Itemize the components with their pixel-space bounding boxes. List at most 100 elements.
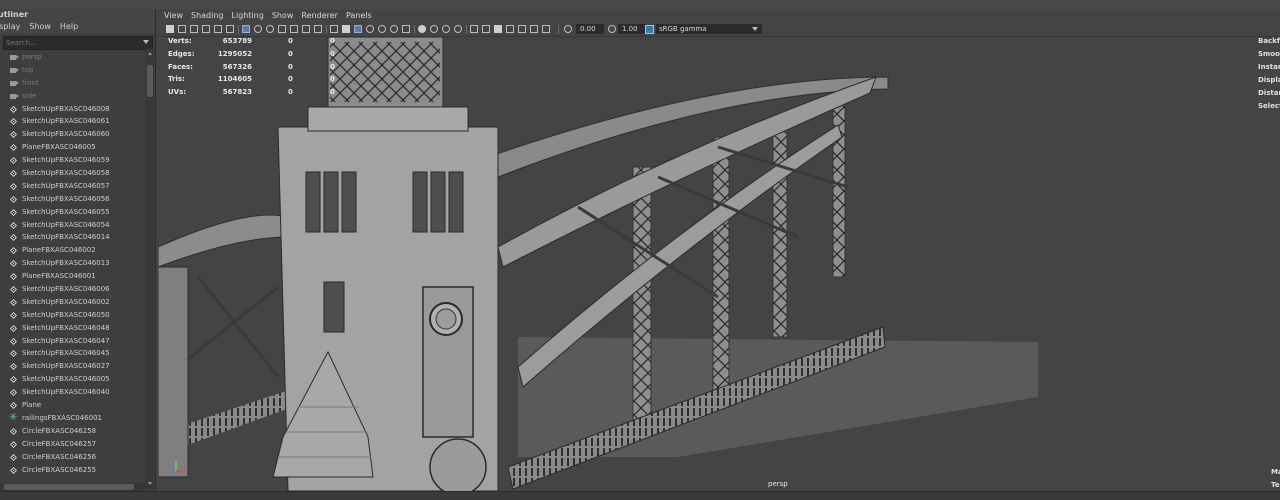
outliner-item[interactable]: side	[0, 90, 146, 103]
outliner-item[interactable]: SketchUpFBXASC046008	[0, 103, 146, 116]
outliner-item[interactable]: CircleFBXASC046255	[0, 464, 146, 477]
camera-attributes-icon[interactable]	[178, 25, 186, 33]
gamma-field[interactable]: 1.00	[618, 24, 646, 34]
grid-icon[interactable]	[242, 25, 250, 33]
xray-active-icon[interactable]	[482, 25, 490, 33]
outliner-item[interactable]: SketchUpFBXASC046057	[0, 180, 146, 193]
outliner-item[interactable]: SketchUpFBXASC046055	[0, 206, 146, 219]
outliner-item[interactable]: CircleFBXASC046258	[0, 425, 146, 438]
smooth-shade-icon[interactable]	[342, 25, 350, 33]
hud-stat-selected: 0	[288, 49, 293, 58]
menu-shading[interactable]: Shading	[191, 10, 224, 22]
outliner-item[interactable]: SketchUpFBXASC046061	[0, 115, 146, 128]
field-chart-icon[interactable]	[290, 25, 298, 33]
menu-panels[interactable]: Panels	[346, 10, 372, 22]
scroll-down-icon[interactable]	[148, 482, 152, 485]
gamma-icon[interactable]	[608, 25, 616, 33]
outliner-item[interactable]: SketchUpFBXASC046047	[0, 335, 146, 348]
textured-icon[interactable]	[366, 25, 374, 33]
motion-blur-icon[interactable]	[430, 25, 438, 33]
outliner-item-label: SketchUpFBXASC046055	[22, 207, 110, 216]
outliner-item[interactable]: SketchUpFBXASC046060	[0, 128, 146, 141]
outliner-item[interactable]: ✳ railingsFBXASC046001	[0, 412, 146, 425]
outliner-item[interactable]: SketchUpFBXASC046027	[0, 360, 146, 373]
outliner-item[interactable]: SketchUpFBXASC046002	[0, 296, 146, 309]
smooth-wireframe-icon[interactable]	[530, 25, 538, 33]
isolate-select-icon[interactable]	[402, 25, 410, 33]
mesh-icon	[10, 260, 17, 267]
safe-action-icon[interactable]	[302, 25, 310, 33]
select-camera-icon[interactable]	[166, 25, 174, 33]
scrollbar-thumb[interactable]	[147, 65, 153, 97]
outliner-item[interactable]: SketchUpFBXASC046058	[0, 167, 146, 180]
hud-stat-row: Faces: 567326 0 0	[168, 63, 418, 75]
outliner-item[interactable]: SketchUpFBXASC046014	[0, 231, 146, 244]
outliner-item[interactable]: SketchUpFBXASC046056	[0, 193, 146, 206]
use-default-material-icon[interactable]	[518, 25, 526, 33]
grease-pencil-icon[interactable]	[226, 25, 234, 33]
outliner-item[interactable]: front	[0, 77, 146, 90]
wireframe-icon[interactable]	[330, 25, 338, 33]
outliner-item-label: railingsFBXASC046001	[22, 413, 102, 422]
outliner-menu-show[interactable]: Show	[29, 20, 51, 34]
safe-title-icon[interactable]	[314, 25, 322, 33]
gate-mask-icon[interactable]	[278, 25, 286, 33]
color-space-dropdown[interactable]: sRGB gamma	[656, 24, 762, 34]
hud-stat-value: 653789	[222, 37, 252, 45]
chevron-down-icon[interactable]	[143, 40, 149, 44]
depth-of-field-icon[interactable]	[454, 25, 462, 33]
outliner-item[interactable]: SketchUpFBXASC046040	[0, 386, 146, 399]
menu-renderer[interactable]: Renderer	[301, 10, 338, 22]
outliner-item[interactable]: PlaneFBXASC046005	[0, 141, 146, 154]
resolution-gate-icon[interactable]	[266, 25, 274, 33]
bookmark-icon[interactable]	[190, 25, 198, 33]
chevron-down-icon[interactable]	[752, 27, 758, 31]
lights-icon[interactable]	[378, 25, 386, 33]
scroll-up-icon[interactable]	[148, 52, 152, 55]
menu-lighting[interactable]: Lighting	[231, 10, 263, 22]
outliner-item[interactable]: SketchUpFBXASC046050	[0, 309, 146, 322]
outliner-item[interactable]: SketchUpFBXASC046045	[0, 347, 146, 360]
hide-all-icon[interactable]	[542, 25, 550, 33]
outliner-item[interactable]: PlaneFBXASC046002	[0, 244, 146, 257]
outliner-item[interactable]: CircleFBXASC046257	[0, 438, 146, 451]
3d-viewport[interactable]: Verts: 653789 0 0 Edges: 1295052 0 0 Faces: 56732…	[158, 37, 1280, 491]
outliner-search-input[interactable]	[6, 37, 134, 49]
backface-culling-icon[interactable]	[506, 25, 514, 33]
menu-show[interactable]: Show	[272, 10, 294, 22]
outliner-vertical-scrollbar[interactable]	[146, 49, 154, 489]
outliner-item[interactable]: SketchUpFBXASC046048	[0, 322, 146, 335]
outliner-search-box[interactable]	[3, 36, 153, 50]
ambient-occlusion-icon[interactable]	[418, 25, 426, 33]
anti-aliasing-icon[interactable]	[442, 25, 450, 33]
scrollbar-thumb[interactable]	[4, 484, 134, 490]
outliner-item[interactable]: SketchUpFBXASC046054	[0, 219, 146, 232]
xray-icon[interactable]	[470, 25, 478, 33]
outliner-item[interactable]: SketchUpFBXASC046006	[0, 283, 146, 296]
outliner-item[interactable]: CircleFBXASC046256	[0, 451, 146, 464]
camera-2d-pan-icon[interactable]	[214, 25, 222, 33]
outliner-item[interactable]: Plane	[0, 399, 146, 412]
xray-joints-icon[interactable]	[494, 25, 502, 33]
outliner-item[interactable]: SketchUpFBXASC046005	[0, 373, 146, 386]
exposure-field[interactable]: 0.00	[576, 24, 604, 34]
exposure-icon[interactable]	[564, 25, 572, 33]
color-management-icon[interactable]	[645, 25, 654, 34]
outliner-horizontal-scrollbar[interactable]	[0, 483, 146, 491]
outliner-item[interactable]: persp	[0, 51, 146, 64]
outliner-item[interactable]: PlaneFBXASC046001	[0, 270, 146, 283]
wireframe-on-shaded-icon[interactable]	[354, 25, 362, 33]
image-plane-icon[interactable]	[202, 25, 210, 33]
outliner-item[interactable]: top	[0, 64, 146, 77]
outliner-item-label: PlaneFBXASC046005	[22, 143, 96, 152]
outliner-item[interactable]: SketchUpFBXASC046013	[0, 257, 146, 270]
menu-view[interactable]: View	[164, 10, 183, 22]
film-gate-icon[interactable]	[254, 25, 262, 33]
outliner-item[interactable]: SketchUpFBXASC046059	[0, 154, 146, 167]
outliner-menu-display[interactable]: isplay	[0, 20, 20, 34]
mesh-icon	[10, 144, 17, 151]
camera-icon	[10, 55, 19, 60]
outliner-item-label: SketchUpFBXASC046013	[22, 259, 110, 268]
shadows-icon[interactable]	[390, 25, 398, 33]
outliner-menu-help[interactable]: Help	[60, 20, 78, 34]
